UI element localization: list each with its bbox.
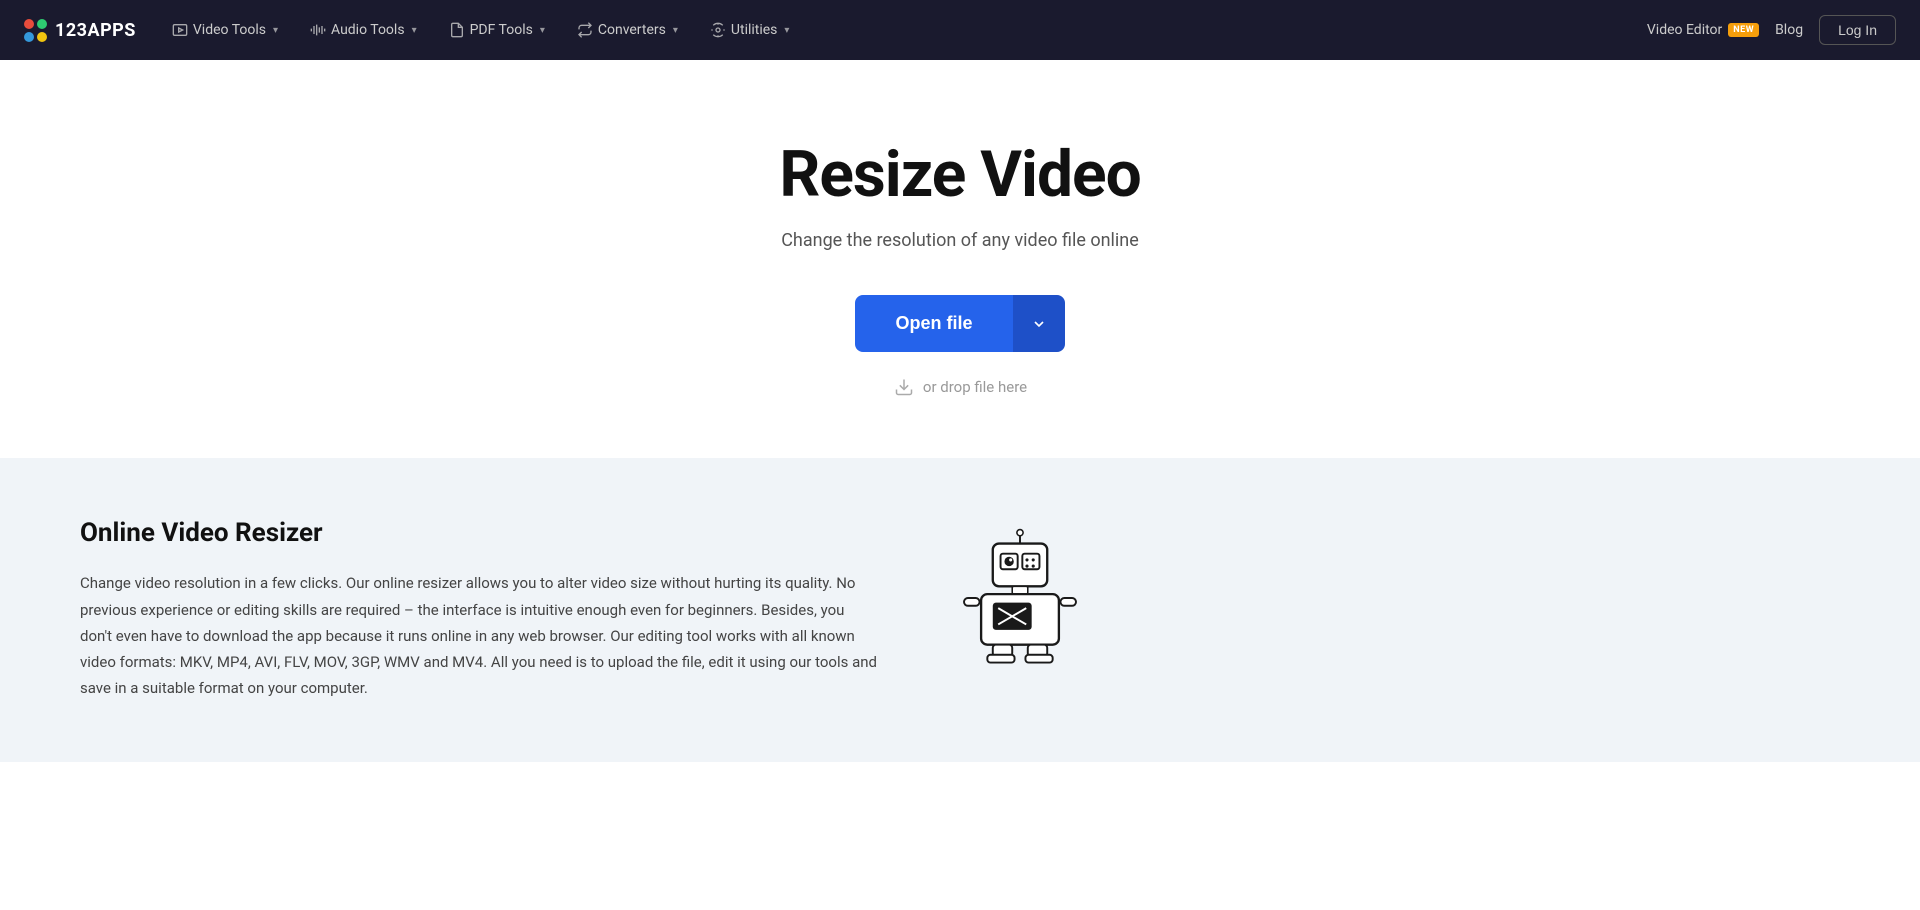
robot-svg xyxy=(950,528,1090,668)
nav-converters[interactable]: Converters ▾ xyxy=(565,16,690,44)
robot-illustration xyxy=(940,528,1100,668)
hero-section: Resize Video Change the resolution of an… xyxy=(0,60,1920,458)
converters-icon xyxy=(577,22,593,38)
converters-chevron: ▾ xyxy=(673,25,678,36)
nav-audio-tools[interactable]: Audio Tools ▾ xyxy=(298,16,429,44)
pdf-tools-icon xyxy=(449,22,465,38)
nav-video-tools[interactable]: Video Tools ▾ xyxy=(160,16,290,44)
login-button[interactable]: Log In xyxy=(1819,15,1896,45)
bottom-title: Online Video Resizer xyxy=(80,518,880,548)
utilities-icon xyxy=(710,22,726,38)
hero-subtitle: Change the resolution of any video file … xyxy=(20,230,1900,251)
utilities-chevron: ▾ xyxy=(784,25,789,36)
audio-tools-icon xyxy=(310,22,326,38)
bottom-section: Online Video Resizer Change video resolu… xyxy=(0,458,1920,761)
nav-blog[interactable]: Blog xyxy=(1775,22,1803,38)
drop-icon xyxy=(893,376,915,398)
new-badge: NEW xyxy=(1728,23,1759,37)
nav-video-editor[interactable]: Video Editor NEW xyxy=(1647,22,1759,38)
main-nav: 123APPS Video Tools ▾ Audio Tools ▾ PDF … xyxy=(0,0,1920,60)
audio-tools-chevron: ▾ xyxy=(412,25,417,36)
open-file-button[interactable]: Open file xyxy=(855,295,1012,352)
video-tools-chevron: ▾ xyxy=(273,25,278,36)
nav-utilities[interactable]: Utilities ▾ xyxy=(698,16,802,44)
open-file-chevron-button[interactable] xyxy=(1013,295,1065,352)
open-file-group: Open file xyxy=(855,295,1064,352)
video-tools-icon xyxy=(172,22,188,38)
page-title: Resize Video xyxy=(20,140,1900,210)
logo[interactable]: 123APPS xyxy=(24,19,136,42)
logo-icon xyxy=(24,19,47,42)
bottom-description: Change video resolution in a few clicks.… xyxy=(80,570,880,701)
chevron-down-icon xyxy=(1031,316,1047,332)
logo-text: 123APPS xyxy=(55,20,136,41)
drop-hint: or drop file here xyxy=(20,376,1900,398)
nav-pdf-tools[interactable]: PDF Tools ▾ xyxy=(437,16,557,44)
bottom-content: Online Video Resizer Change video resolu… xyxy=(80,518,880,701)
pdf-tools-chevron: ▾ xyxy=(540,25,545,36)
nav-right-group: Video Editor NEW Blog Log In xyxy=(1647,15,1896,45)
